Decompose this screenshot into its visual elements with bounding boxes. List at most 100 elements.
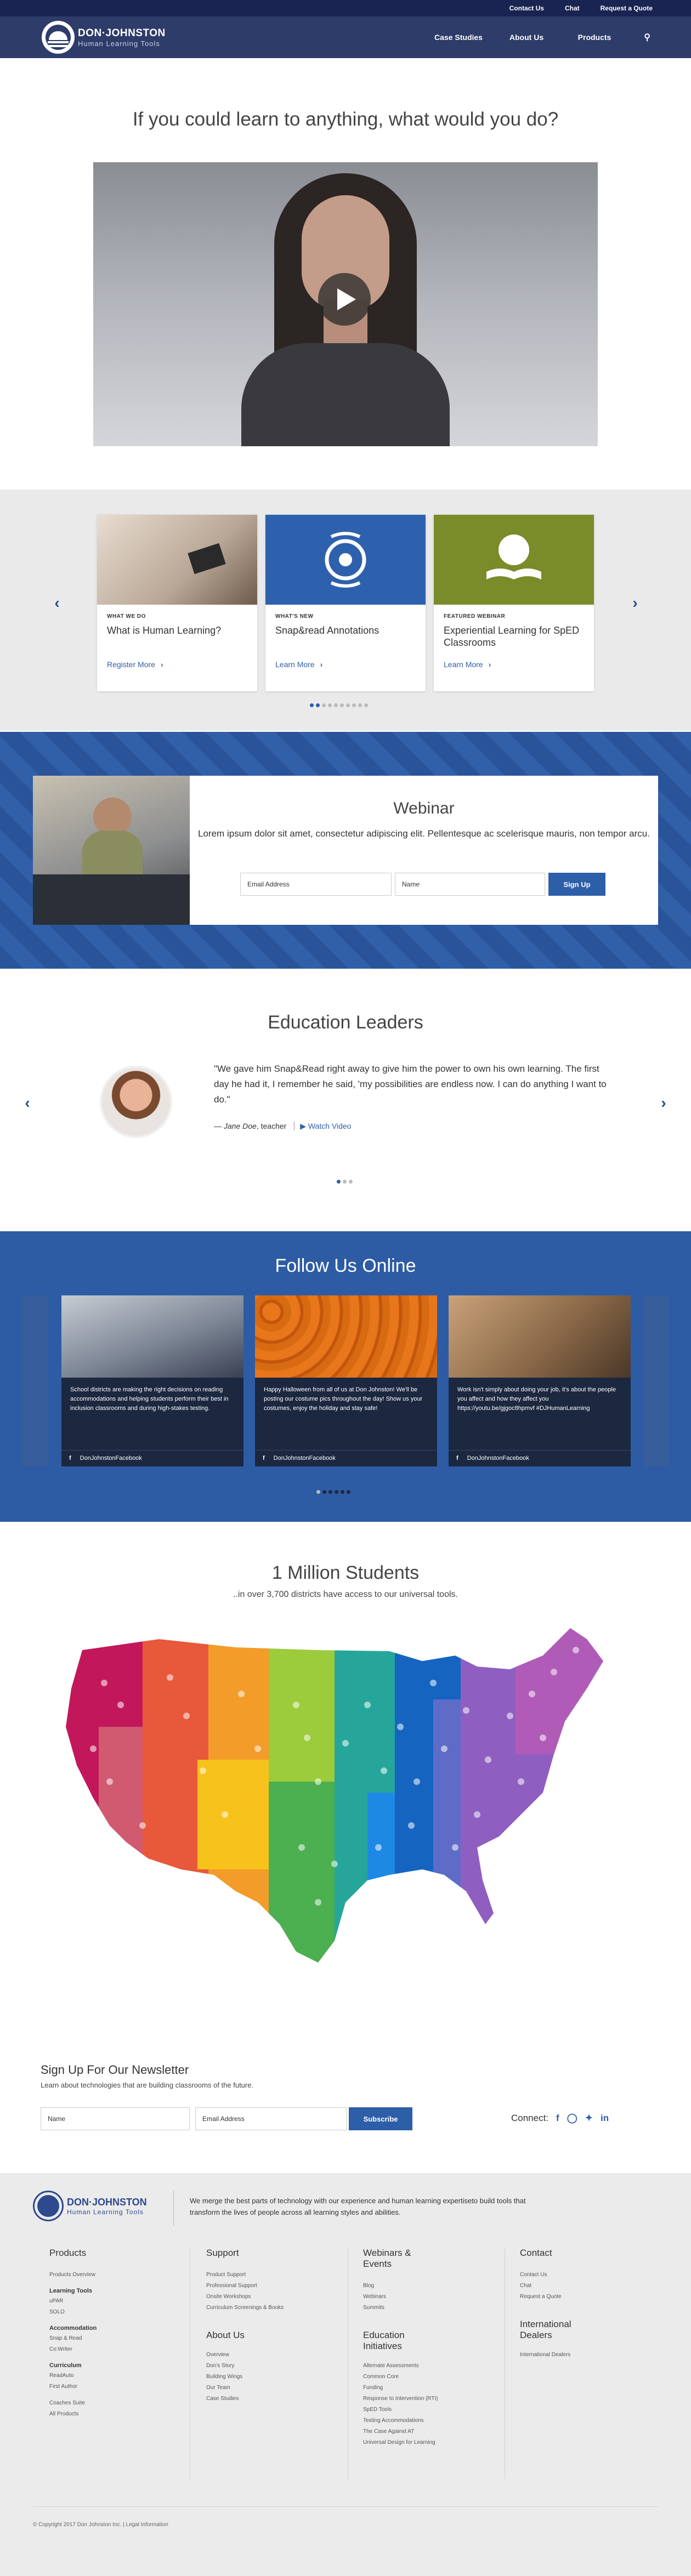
- footer-link[interactable]: Co:Writer: [49, 2344, 97, 2355]
- footer-link[interactable]: Universal Design for Learning: [363, 2437, 473, 2448]
- webinar-description: Lorem ipsum dolor sit amet, consectetur …: [198, 828, 650, 839]
- webinar-signup-button[interactable]: Sign Up: [548, 873, 605, 896]
- hero-video[interactable]: [93, 162, 598, 446]
- social-pagination[interactable]: [310, 1490, 350, 1494]
- footer-link[interactable]: SOLO: [49, 2307, 97, 2318]
- footer-col-webinars: Webinars & Events Blog Webinars Summits …: [363, 2248, 473, 2448]
- footer-link[interactable]: Funding: [363, 2382, 473, 2393]
- contact-us-link[interactable]: Contact Us: [509, 4, 544, 12]
- footer-link[interactable]: Blog: [363, 2281, 473, 2291]
- feature-card[interactable]: FEATURED WEBINAR Experiential Learning f…: [434, 515, 594, 691]
- newsletter-subtitle: Learn about technologies that are buildi…: [41, 2081, 254, 2089]
- card-title: Snap&read Annotations: [275, 625, 380, 636]
- feature-card[interactable]: WHAT'S NEW Snap&read Annotations Learn M…: [265, 515, 426, 691]
- footer-link[interactable]: Products Overview: [49, 2270, 97, 2281]
- carousel-pagination[interactable]: [310, 703, 368, 707]
- footer-link[interactable]: First Author: [49, 2381, 97, 2392]
- footer-link[interactable]: ReadAuto: [49, 2370, 97, 2381]
- footer-logo[interactable]: DON·JOHNSTON Human Learning Tools: [33, 2191, 147, 2221]
- card-link[interactable]: Register More ›: [107, 660, 163, 669]
- nav-products[interactable]: Products: [560, 33, 628, 42]
- linkedin-icon[interactable]: in: [601, 2113, 609, 2124]
- footer-link[interactable]: uPAR: [49, 2296, 97, 2307]
- footer-subheading: Learning Tools: [49, 2288, 93, 2294]
- webinar-name-field[interactable]: Name: [395, 873, 545, 896]
- footer-link[interactable]: Request a Quote: [520, 2291, 630, 2302]
- facebook-icon: f: [263, 1455, 265, 1462]
- play-icon[interactable]: [318, 273, 371, 326]
- site-logo[interactable]: DON·JOHNSTON Human Learning Tools: [42, 21, 166, 54]
- avatar: [100, 1066, 172, 1138]
- testimonial-quote: "We gave him Snap&Read right away to giv…: [214, 1064, 607, 1105]
- search-icon[interactable]: ⚲: [628, 32, 650, 43]
- newsletter-email-field[interactable]: Email Address: [195, 2107, 347, 2130]
- footer-heading: About Us: [206, 2330, 245, 2340]
- footer-link[interactable]: Snap & Read: [49, 2333, 97, 2344]
- social-post-card[interactable]: School districts are making the right de…: [61, 1295, 243, 1466]
- nav-about-us[interactable]: About Us: [492, 33, 560, 42]
- social-post-footer: f DonJohnstonFacebook: [255, 1450, 437, 1466]
- subscribe-button[interactable]: Subscribe: [349, 2107, 412, 2130]
- footer-link[interactable]: Chat: [520, 2281, 630, 2291]
- card-image: [265, 515, 426, 605]
- footer-divider: [173, 2191, 174, 2226]
- testimonial-prev-icon[interactable]: ‹: [21, 1095, 34, 1111]
- social-connect: Connect: f ◯ ✦ in: [511, 2113, 609, 2124]
- footer-link[interactable]: Our Team: [206, 2382, 284, 2393]
- card-title: Experiential Learning for SpED Classroom…: [444, 625, 580, 648]
- footer-link[interactable]: Building Wings: [206, 2372, 284, 2382]
- footer-link[interactable]: Coaches Suite: [49, 2398, 97, 2409]
- chat-link[interactable]: Chat: [565, 4, 580, 12]
- footer-link[interactable]: International Dealers: [520, 2350, 630, 2361]
- snapread-target-icon: [325, 532, 366, 588]
- social-post-caption: Happy Halloween from all of us at Don Jo…: [264, 1386, 423, 1412]
- footer-link[interactable]: Webinars: [363, 2291, 473, 2302]
- chevron-right-icon: ›: [488, 660, 491, 669]
- footer-subheading: Accommodation: [49, 2325, 97, 2332]
- nav-case-studies[interactable]: Case Studies: [424, 33, 492, 42]
- request-quote-link[interactable]: Request a Quote: [601, 4, 653, 12]
- footer-link[interactable]: Curriculum Screenings & Books: [206, 2302, 284, 2313]
- social-post-image: [255, 1295, 437, 1378]
- footer-link[interactable]: Response to Intervention (RTI): [363, 2393, 473, 2404]
- card-link[interactable]: Learn More ›: [444, 660, 491, 669]
- testimonial-next-icon[interactable]: ›: [657, 1095, 670, 1111]
- watch-video-link[interactable]: ▶ Watch Video: [294, 1122, 352, 1130]
- footer-link[interactable]: The Case Against AT: [363, 2426, 473, 2437]
- footer-logo-tagline: Human Learning Tools: [67, 2208, 144, 2216]
- facebook-icon[interactable]: f: [556, 2113, 559, 2124]
- footer-link[interactable]: SpED Tools: [363, 2404, 473, 2415]
- attribution-dash: —: [214, 1122, 222, 1130]
- footer-heading: Products: [49, 2248, 87, 2258]
- footer-link[interactable]: Testing Accommodations: [363, 2415, 473, 2426]
- social-card-partial[interactable]: [644, 1295, 669, 1466]
- footer-link[interactable]: Contact Us: [520, 2270, 630, 2281]
- twitter-icon[interactable]: ✦: [585, 2113, 593, 2124]
- instagram-icon[interactable]: ◯: [567, 2113, 577, 2124]
- footer-logo-name: DON·JOHNSTON: [67, 2196, 147, 2208]
- footer-heading: International Dealers: [520, 2319, 571, 2340]
- testimonial-pagination[interactable]: [337, 1180, 353, 1184]
- footer-link[interactable]: Case Studies: [206, 2393, 284, 2404]
- feature-card[interactable]: WHAT WE DO What is Human Learning? Regis…: [97, 515, 257, 691]
- footer-link[interactable]: All Products: [49, 2409, 97, 2420]
- social-post-card[interactable]: Happy Halloween from all of us at Don Jo…: [255, 1295, 437, 1466]
- footer-col-products: Products Products Overview Learning Tool…: [49, 2248, 97, 2420]
- footer-link[interactable]: Summits: [363, 2302, 473, 2313]
- newsletter-name-field[interactable]: Name: [41, 2107, 190, 2130]
- footer-link[interactable]: Don's Story: [206, 2361, 284, 2372]
- social-post-card[interactable]: Work isn't simply about doing your job, …: [449, 1295, 631, 1466]
- footer-link[interactable]: Product Support: [206, 2270, 284, 2281]
- carousel-next-icon[interactable]: ›: [628, 595, 642, 611]
- social-card-partial[interactable]: [22, 1295, 47, 1466]
- footer-link[interactable]: Alternate Assessments: [363, 2361, 473, 2372]
- footer-link[interactable]: Onsite Workshops: [206, 2291, 284, 2302]
- footer-col-support: Support Product Support Professional Sup…: [206, 2248, 284, 2404]
- carousel-prev-icon[interactable]: ‹: [50, 595, 64, 611]
- footer-link[interactable]: Professional Support: [206, 2281, 284, 2291]
- webinar-email-field[interactable]: Email Address: [240, 873, 392, 896]
- card-link[interactable]: Learn More ›: [275, 660, 322, 669]
- logo-name: DON·JOHNSTON: [78, 27, 166, 39]
- footer-link[interactable]: Overview: [206, 2350, 284, 2361]
- footer-link[interactable]: Common Core: [363, 2372, 473, 2382]
